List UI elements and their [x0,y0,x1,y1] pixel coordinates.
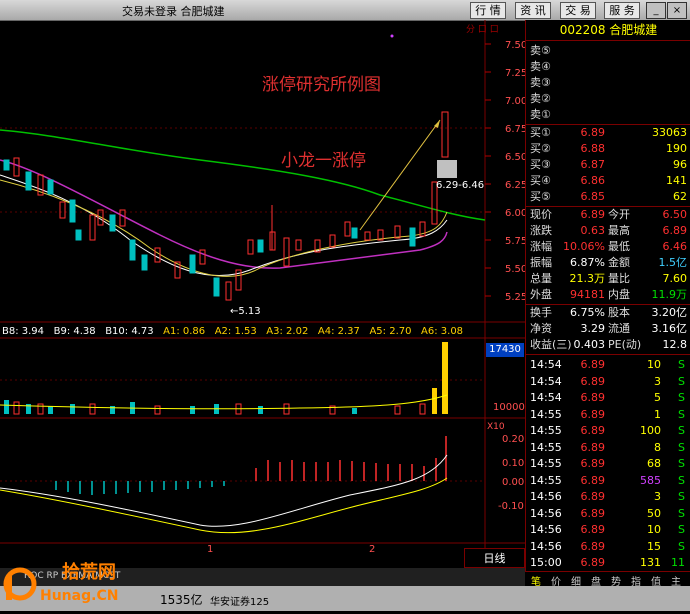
time-label: 2 [369,544,376,555]
axis-price-label: 6.50 [505,152,525,163]
axis-price-label: 6.00 [505,208,525,219]
window-title: 交易未登录 合肥城建 [122,5,225,18]
stat-row: 振幅 6.87% 金额 1.5亿 [530,256,687,269]
tick-row: 14:55 6.89 100 S [530,424,685,437]
stat-row: 涨幅 10.06% 最低 6.46 [530,240,687,253]
tick-row: 14:56 6.89 3 S [530,490,685,503]
buy-row: 买③ 6.87 96 [530,158,687,171]
sell-level-label: 卖③ [530,76,551,89]
quote-panel: 002208 合肥城建 卖⑤ 卖④ 卖③ 卖② 卖① 买① 6.89 33063 买… [525,20,690,590]
annotation-title: 涨停研究所例图 [262,75,381,95]
axis-price-label: 6.75 [505,124,525,135]
title-bar: 交易未登录 合肥城建 行 情 资 讯 交 易 服 务 _ × [0,0,690,21]
tick-row: 14:56 6.89 10 S [530,523,685,536]
volume-scale-label: X10 [487,422,505,432]
tick-row: 14:55 6.89 1 S [530,407,685,421]
quotes-button[interactable]: 行 情 [470,2,506,19]
watermark-logo: 拾荒网 Hunag.CN [0,556,150,611]
news-button[interactable]: 资 讯 [515,2,551,19]
axis-price-label: 7.00 [505,96,525,107]
panel-tabs[interactable]: 笔 价 细 盘 势 指 值 主 [525,571,690,588]
axis-price-label: 5.50 [505,264,525,275]
annotation-arrow [359,119,441,231]
stat-row: 收益(三) 0.403 PE(动) 12.8 [530,338,687,351]
tick-row: 14:55 6.89 68 S [530,457,685,470]
range-label: 6.29-6.46 [436,180,485,191]
axis-price-label: 7.25 [505,68,525,79]
tick-row: 14:55 6.89 8 S [530,440,685,454]
axis-price-label: 5.25 [505,292,525,303]
svg-text:0.00: 0.00 [502,477,524,488]
kline-chart[interactable]: 7.50 7.25 7.00 6.75 6.50 6.25 6.00 5.75 … [0,20,525,568]
macd-bars [0,436,448,534]
buy-row: 买⑤ 6.85 62 [530,190,687,203]
status-market-value: 1535亿 [160,593,203,607]
watermark-text: 拾荒网 [62,562,116,583]
period-button[interactable]: 日线 [464,548,525,568]
ma-legend: B8: 3.94 B9: 4.38 B10: 4.73 A1: 0.86 A2:… [2,326,464,337]
top-right-mark: 分 口 口 [466,25,499,35]
tick-row: 14:55 6.89 585 S [530,473,685,487]
low-price-label: ←5.13 [230,306,261,317]
tick-row: 14:54 6.89 5 S [530,391,685,404]
axis-price-label: 6.25 [505,180,525,191]
stat-row: 换手 6.75% 股本 3.20亿 [530,306,687,319]
tick-row: 14:54 6.89 3 S [530,374,685,388]
sell-level-label: 卖⑤ [530,44,551,57]
stat-row: 外盘 94181 内盘 11.9万 [530,288,687,301]
trade-button[interactable]: 交 易 [560,2,596,19]
buy-row: 买② 6.88 190 [530,142,687,155]
macd-axis-labels: 0.20 0.10 0.00 -0.10 [498,434,524,512]
tick-row: 14:54 6.89 10 S [530,358,685,371]
buy-row: 买④ 6.86 141 [530,174,687,187]
tick-row: 14:56 6.89 50 S [530,506,685,520]
stock-code-name: 002208 合肥城建 [559,23,658,37]
watermark-url: Hunag.CN [40,588,119,604]
volume-bars [0,342,448,415]
volume-mid-label: 10000 [493,402,525,413]
ma-magenta-line [0,159,448,269]
service-button[interactable]: 服 务 [604,2,640,19]
buy-row: 买① 6.89 33063 [530,126,687,139]
stat-row: 净资 3.29 流通 3.16亿 [530,322,687,335]
limit-up-marker [437,160,457,178]
price-axis-labels: 7.50 7.25 7.00 6.75 6.50 6.25 6.00 5.75 … [505,40,525,303]
minimize-button[interactable]: _ [646,2,666,19]
tick-row: 15:00 6.89 131 11 [530,556,685,569]
time-label: 1 [207,544,214,555]
stat-row: 涨跌 0.63 最高 6.89 [530,224,687,237]
annotation-subtitle: 小龙一涨停 [281,151,366,171]
tick-row: 14:56 6.89 15 S [530,539,685,553]
axis-price-label: 7.50 [505,40,525,51]
svg-text:0.10: 0.10 [502,458,524,469]
svg-text:-0.10: -0.10 [498,501,524,512]
status-broker: 华安证券125 [210,597,270,608]
stat-row: 现价 6.89 今开 6.50 [530,208,687,221]
close-button[interactable]: × [667,2,687,19]
chart-canvas: 7.50 7.25 7.00 6.75 6.50 6.25 6.00 5.75 … [0,20,525,548]
axis-price-label: 5.75 [505,236,525,247]
stat-row: 总量 21.3万 量比 7.60 [530,272,687,285]
svg-text:0.20: 0.20 [502,434,524,445]
sell-level-label: 卖① [530,108,551,121]
sell-level-label: 卖② [530,92,551,105]
sell-level-label: 卖④ [530,60,551,73]
volume-max-label: 17430 [486,343,524,357]
